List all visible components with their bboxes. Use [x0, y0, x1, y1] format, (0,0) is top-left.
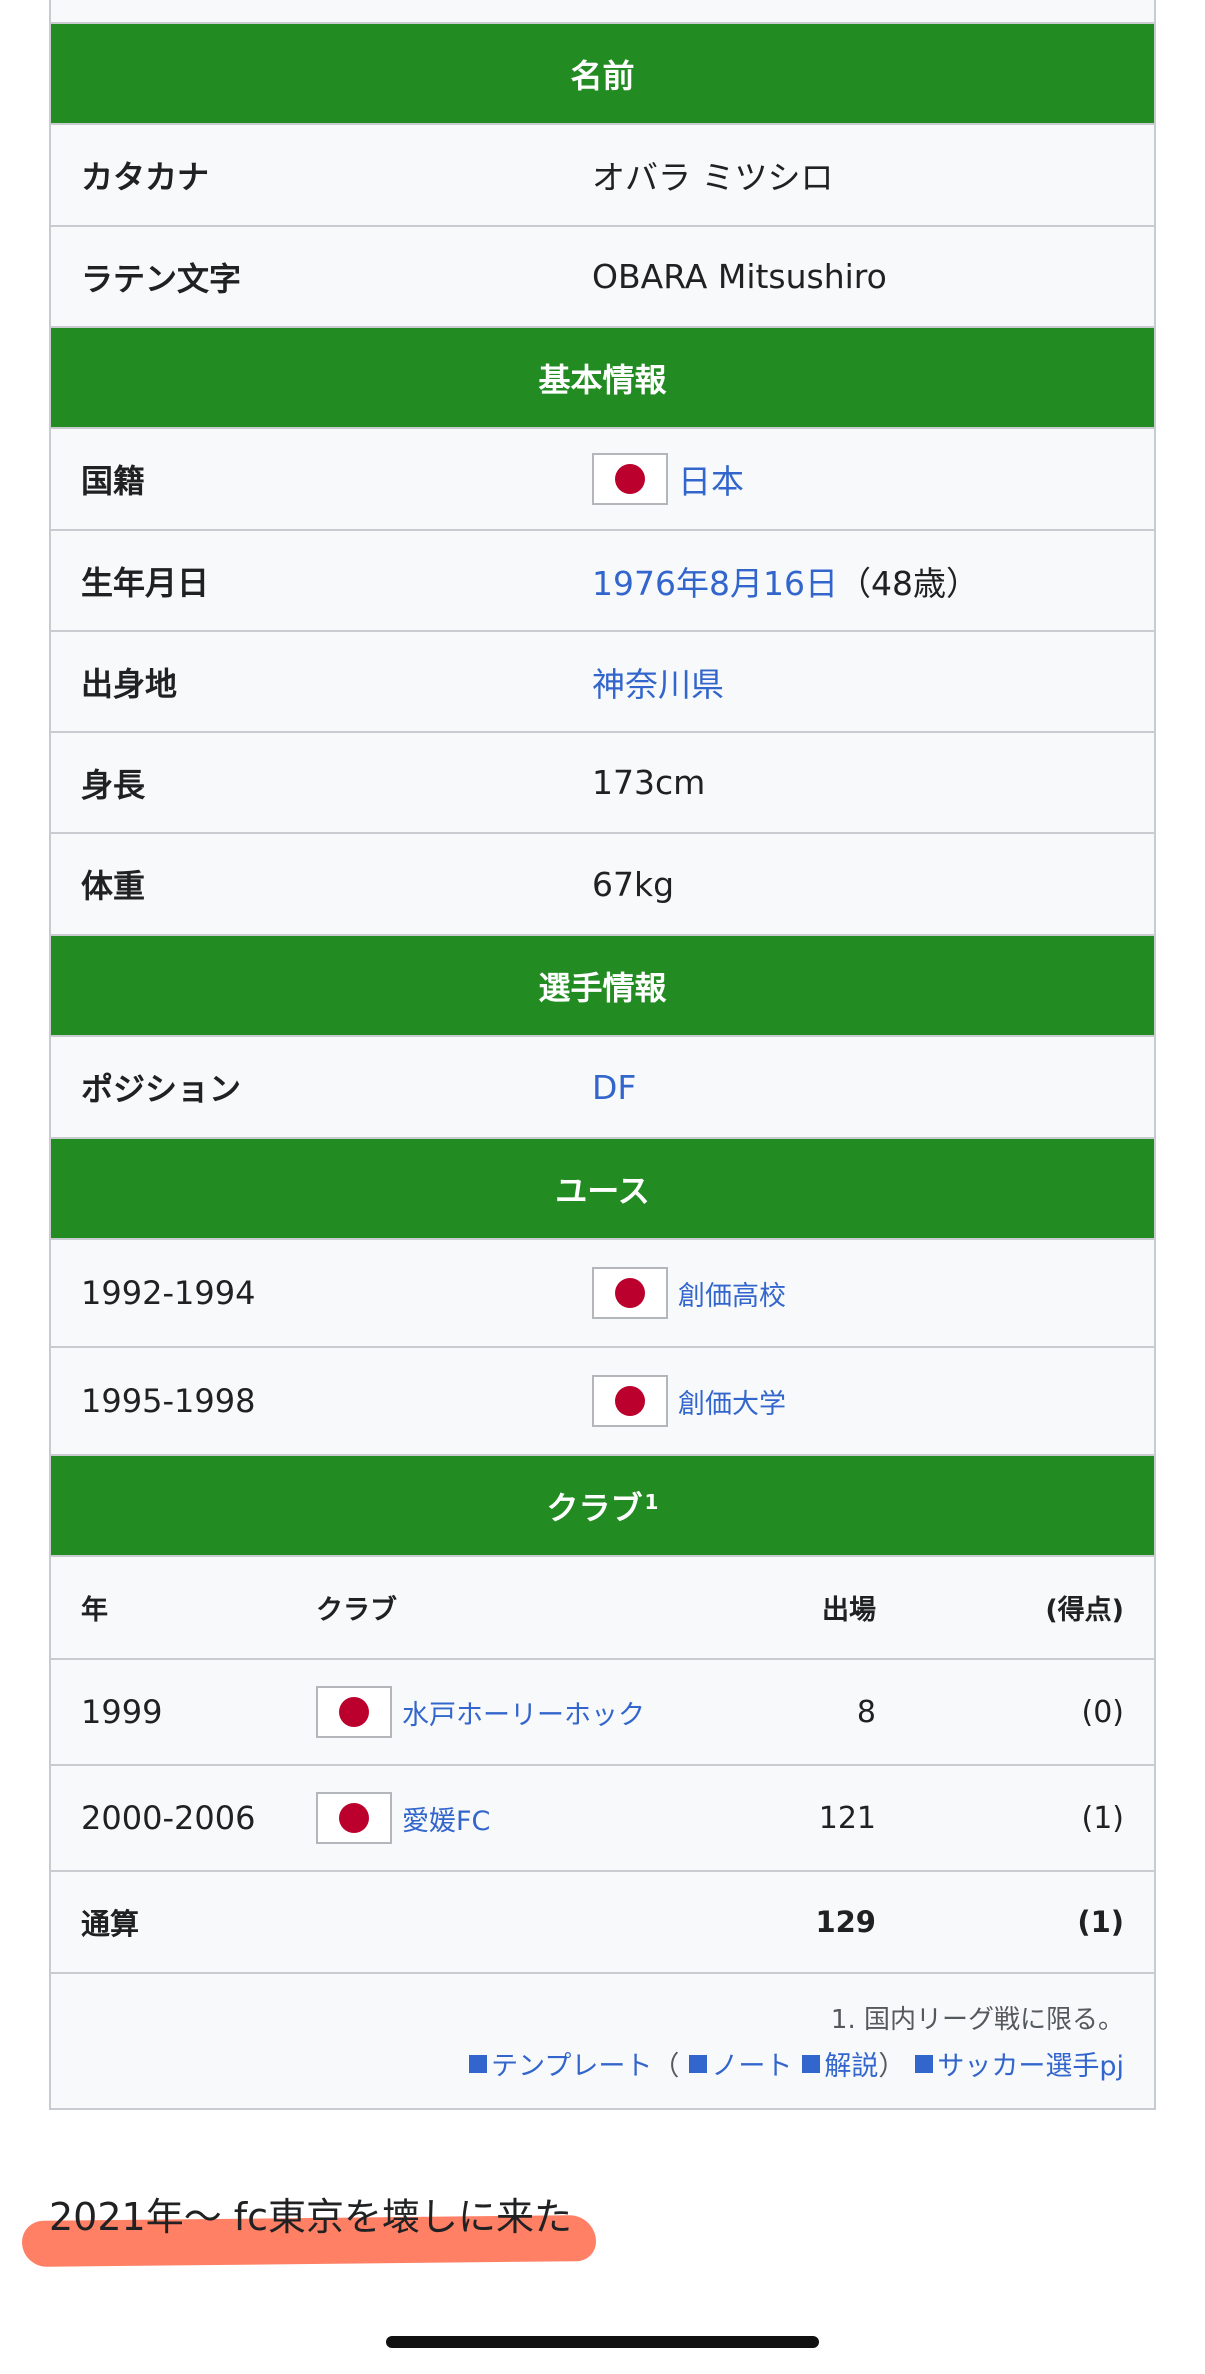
club-goals: (0)	[1081, 1694, 1125, 1730]
birthdate-label: 生年月日	[81, 563, 210, 602]
youth-team-link[interactable]: 創価高校	[678, 1274, 786, 1313]
age-text: （48歳）	[837, 563, 979, 603]
latin-row: ラテン文字 OBARA Mitsushiro	[51, 227, 1154, 328]
katakana-row: カタカナ オバラ ミツシロ	[51, 125, 1154, 227]
weight-row: 体重 67kg	[51, 834, 1154, 936]
club-year: 1999	[81, 1693, 163, 1731]
birthdate-link[interactable]: 1976年8月16日	[592, 557, 838, 605]
total-goals: (1)	[1077, 1905, 1124, 1939]
club-total-row: 通算 129 (1)	[51, 1872, 1154, 1974]
weight-label: 体重	[81, 867, 146, 905]
birthdate-row: 生年月日 1976年8月16日 （48歳）	[51, 531, 1154, 632]
youth-years: 1995-1998	[81, 1382, 256, 1420]
square-bullet-icon	[802, 2054, 821, 2073]
katakana-label: カタカナ	[81, 158, 210, 196]
club-row: 1999 水戸ホーリーホック 8 (0)	[51, 1660, 1154, 1766]
weight-value: 67kg	[592, 864, 675, 904]
total-apps: 129	[815, 1905, 876, 1939]
height-value: 173cm	[592, 763, 706, 802]
footnote-ref[interactable]: 1	[645, 1490, 659, 1514]
club-apps: 8	[856, 1694, 876, 1730]
club-year: 2000-2006	[81, 1799, 256, 1837]
latin-label: ラテン文字	[81, 259, 242, 298]
square-bullet-icon	[915, 2054, 934, 2073]
height-label: 身長	[81, 765, 146, 804]
club-goals: (1)	[1081, 1800, 1125, 1836]
japan-flag-icon	[592, 1375, 668, 1427]
handwritten-caption: 2021年〜 fc東京を壊しに来た	[49, 2195, 573, 2239]
section-header-label: 名前	[570, 56, 635, 95]
template-link[interactable]: テンプレート	[491, 2044, 652, 2083]
japan-flag-icon	[316, 1686, 392, 1738]
position-label: ポジション	[81, 1070, 242, 1108]
total-label: 通算	[81, 1907, 140, 1941]
section-header-basic: 基本情報	[51, 328, 1154, 429]
japan-flag-icon	[316, 1792, 392, 1844]
square-bullet-icon	[689, 2054, 708, 2073]
section-header-player: 選手情報	[51, 936, 1154, 1037]
section-header-label: 基本情報	[538, 360, 667, 399]
section-header-label: ユース	[555, 1171, 650, 1210]
nationality-label: 国籍	[81, 462, 146, 500]
latin-value: OBARA Mitsushiro	[592, 257, 887, 296]
youth-row: 1995-1998 創価大学	[51, 1348, 1154, 1456]
youth-team-link[interactable]: 創価大学	[678, 1382, 786, 1421]
section-header-name: 名前	[51, 24, 1154, 125]
note-link[interactable]: ノート	[711, 2044, 792, 2083]
explanation-link[interactable]: 解説	[824, 2044, 878, 2083]
birthplace-link[interactable]: 神奈川県	[592, 658, 724, 706]
position-link[interactable]: DF	[592, 1068, 636, 1107]
infobox-top-strip	[51, 0, 1154, 24]
japan-flag-icon	[592, 453, 668, 505]
player-infobox: 名前 カタカナ オバラ ミツシロ ラテン文字 OBARA Mitsushiro …	[49, 0, 1156, 2110]
col-club-header: クラブ	[316, 1595, 397, 1626]
open-paren: （	[652, 2051, 680, 2082]
club-link[interactable]: 愛媛FC	[402, 1799, 490, 1838]
position-row: ポジション DF	[51, 1037, 1154, 1139]
project-link[interactable]: サッカー選手pj	[937, 2044, 1124, 2083]
club-link[interactable]: 水戸ホーリーホック	[402, 1693, 645, 1732]
katakana-value: オバラ ミツシロ	[592, 158, 834, 197]
col-year-header: 年	[81, 1595, 108, 1626]
template-nav: テンプレート （ ノート 解説 ） サッカー選手pj	[459, 2044, 1124, 2083]
birthplace-label: 出身地	[81, 664, 178, 703]
col-apps-header: 出場	[822, 1595, 876, 1626]
japan-flag-icon	[592, 1267, 668, 1319]
infobox-footer: 1. 国内リーグ戦に限る。 テンプレート （ ノート 解説 ） サッカー選手pj	[51, 1974, 1154, 2108]
nationality-link[interactable]: 日本	[678, 455, 744, 503]
club-table-header: 年 クラブ 出場 (得点)	[51, 1557, 1154, 1660]
section-header-label: クラブ	[546, 1488, 643, 1527]
section-header-club: クラブ 1	[51, 1456, 1154, 1557]
nationality-row: 国籍 日本	[51, 429, 1154, 531]
close-paren: ）	[878, 2051, 906, 2082]
birthplace-row: 出身地 神奈川県	[51, 632, 1154, 733]
youth-years: 1992-1994	[81, 1274, 256, 1312]
club-row: 2000-2006 愛媛FC 121 (1)	[51, 1766, 1154, 1872]
height-row: 身長 173cm	[51, 733, 1154, 834]
section-header-label: 選手情報	[538, 968, 667, 1007]
square-bullet-icon	[469, 2054, 488, 2073]
section-header-youth: ユース	[51, 1139, 1154, 1240]
club-apps: 121	[818, 1800, 876, 1836]
col-goals-header: (得点)	[1045, 1595, 1124, 1626]
footnote-text: 1. 国内リーグ戦に限る。	[830, 2005, 1124, 2035]
home-indicator[interactable]	[386, 2336, 819, 2348]
youth-row: 1992-1994 創価高校	[51, 1240, 1154, 1348]
